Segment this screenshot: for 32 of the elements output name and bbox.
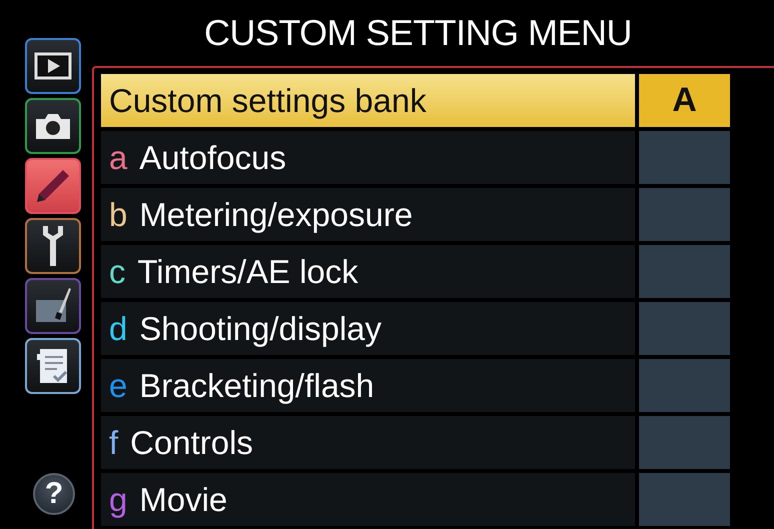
group-letter: g (109, 480, 128, 518)
playback-icon (34, 52, 72, 80)
menu-item[interactable]: e Bracketing/flash (101, 359, 635, 412)
menu-tab[interactable] (25, 218, 81, 274)
group-letter: a (109, 138, 128, 176)
camera-icon (33, 111, 73, 141)
menu-item[interactable]: d Shooting/display (101, 302, 635, 355)
item-label: Bracketing/flash (139, 366, 374, 404)
menu-item[interactable]: a Autofocus (101, 131, 635, 184)
item-label: Movie (139, 480, 228, 518)
menu-tab[interactable] (25, 278, 81, 334)
menu-item[interactable]: b Metering/exposure (101, 188, 635, 241)
menu-tab[interactable] (25, 98, 81, 154)
group-letter: e (109, 366, 128, 404)
menu-item[interactable]: g Movie (101, 473, 635, 526)
item-label: Shooting/display (139, 310, 382, 348)
group-letter: d (109, 310, 128, 348)
group-letter: f (109, 424, 118, 462)
menu-tab[interactable] (25, 38, 81, 94)
menu-title: CUSTOM SETTING MENU (203, 11, 633, 55)
group-letter: b (109, 196, 128, 234)
item-label: Autofocus (139, 138, 286, 176)
menu-tab[interactable] (25, 338, 81, 394)
setting-value: A (639, 74, 730, 127)
menu-item[interactable]: c Timers/AE lock (101, 245, 635, 298)
item-label: Timers/AE lock (138, 252, 358, 290)
item-label: Metering/exposure (139, 196, 413, 234)
help-icon[interactable]: ? (33, 473, 75, 515)
menu-item[interactable]: Custom settings bank (101, 74, 635, 127)
menu-item[interactable]: f Controls (101, 416, 635, 469)
group-letter: c (109, 252, 126, 290)
item-label: Controls (130, 424, 254, 462)
